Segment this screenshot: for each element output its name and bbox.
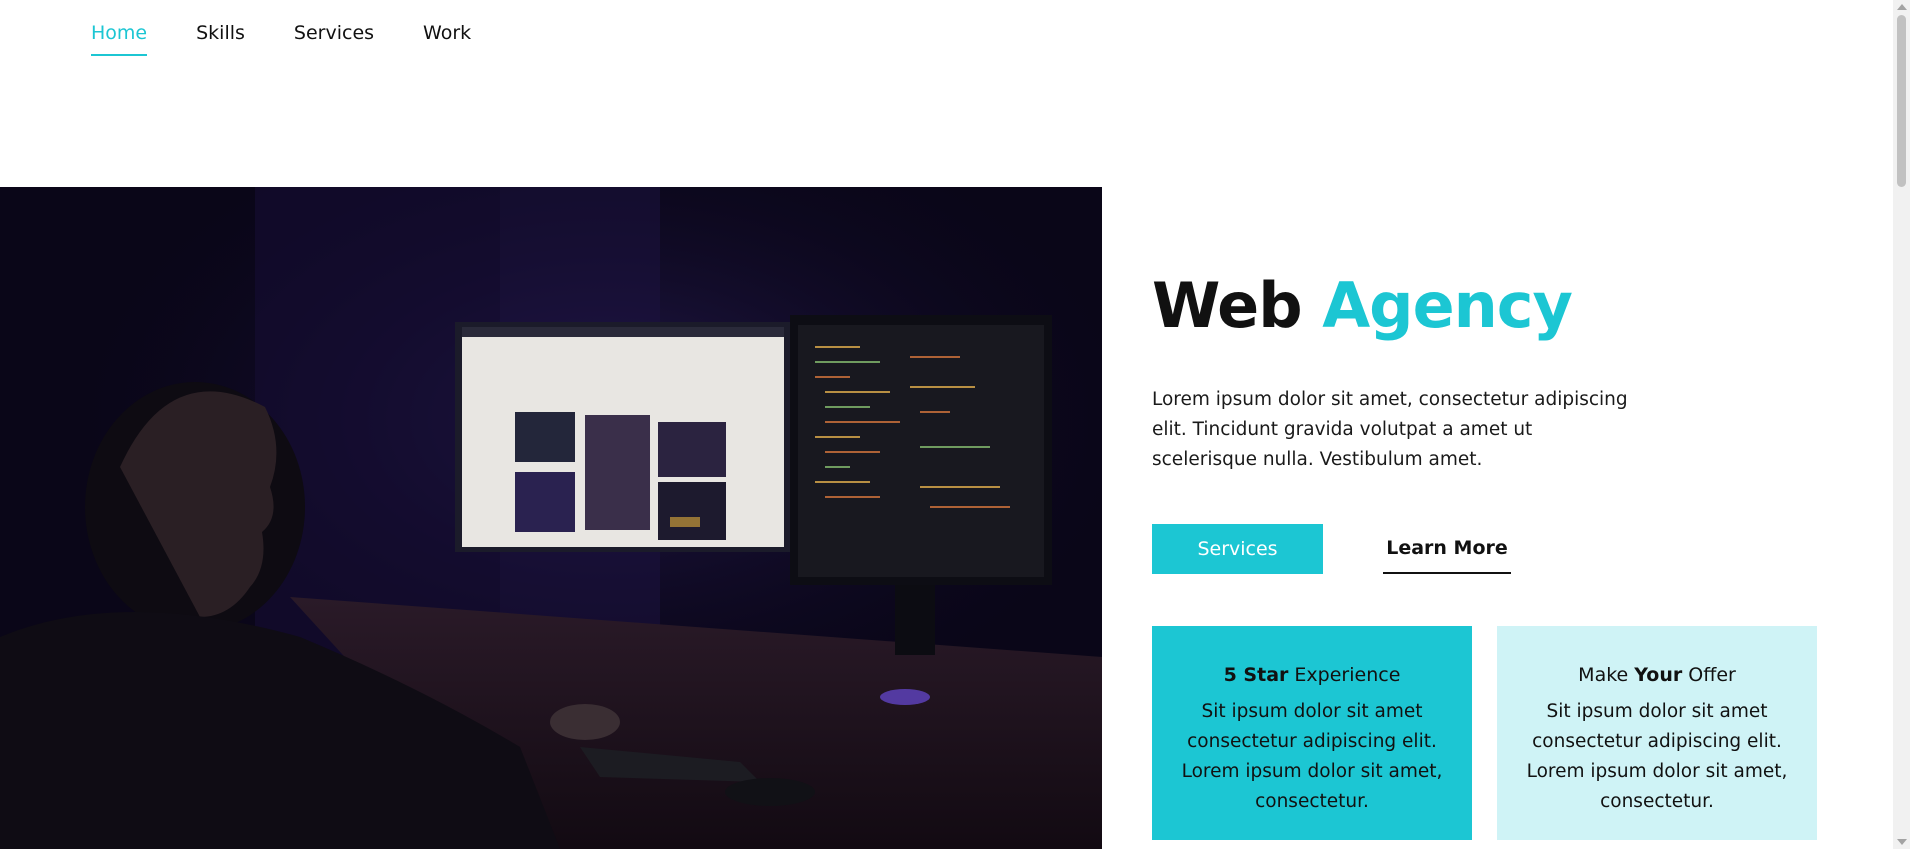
nav-services-link[interactable]: Services [294,20,374,56]
scroll-up-arrow-icon[interactable] [1897,4,1907,10]
card-title: Make Your Offer [1497,662,1817,688]
hero-description: Lorem ipsum dolor sit amet, consectetur … [1152,389,1628,470]
scrollbar-thumb[interactable] [1897,15,1906,187]
card-title-bold: 5 Star [1223,664,1289,686]
hero-photo [0,187,1102,849]
card-text: Sit ipsum dolor sit amet consectetur adi… [1526,701,1788,812]
card-title: 5 Star Experience [1152,662,1472,688]
feature-card-5-star: 5 Star Experience Sit ipsum dolor sit am… [1152,626,1472,840]
learn-more-button[interactable]: Learn More [1383,524,1511,574]
nav-work-link[interactable]: Work [423,20,471,56]
hero-title-word2: Agency [1322,269,1573,342]
card-text: Sit ipsum dolor sit amet consectetur adi… [1181,701,1443,812]
card-title-rest: Offer [1682,664,1736,686]
nav-home-link[interactable]: Home [91,20,148,56]
hero-title-word1: Web [1152,269,1303,342]
main-nav: Home Skills Services Work [91,20,520,56]
scroll-down-arrow-icon[interactable] [1897,839,1907,845]
services-button[interactable]: Services [1152,524,1323,574]
hero-title: Web Agency [1152,266,1573,346]
nav-skills-link[interactable]: Skills [196,20,245,56]
vertical-scrollbar[interactable] [1893,0,1910,849]
card-title-pre: Make [1578,664,1635,686]
feature-card-make-offer: Make Your Offer Sit ipsum dolor sit amet… [1497,626,1817,840]
card-title-bold: Your [1634,664,1683,686]
card-title-rest: Experience [1288,664,1401,686]
page: Home Skills Services Work Web Agency Lor… [0,0,1910,849]
